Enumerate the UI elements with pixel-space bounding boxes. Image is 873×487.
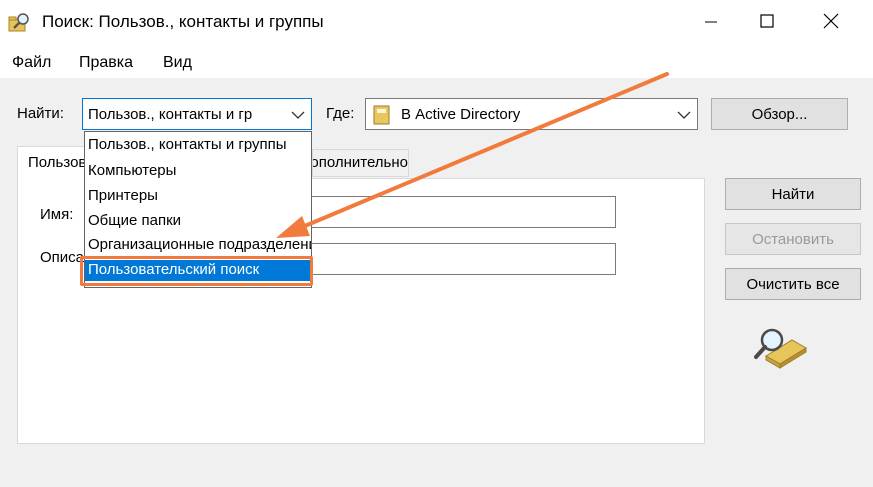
directory-book-icon xyxy=(373,105,391,129)
dropdown-option-organizational-units[interactable]: Организационные подразделения xyxy=(88,236,311,253)
minimize-button[interactable] xyxy=(688,0,734,46)
dropdown-option-computers[interactable]: Компьютеры xyxy=(88,162,176,179)
menu-bar: Файл Правка Вид xyxy=(0,46,873,78)
dropdown-option-printers[interactable]: Принтеры xyxy=(88,187,158,204)
search-folder-icon xyxy=(8,10,32,34)
tab-advanced[interactable]: Дополнительно xyxy=(312,149,409,177)
window-title: Поиск: Пользов., контакты и группы xyxy=(42,12,324,31)
chevron-down-icon xyxy=(677,108,691,120)
menu-file[interactable]: Файл xyxy=(12,54,51,72)
tab-advanced-label: Дополнительно xyxy=(313,154,408,171)
find-label: Найти: xyxy=(17,105,64,122)
name-field[interactable] xyxy=(260,196,616,228)
search-magnifier-icon xyxy=(752,326,808,374)
clear-all-button[interactable]: Очистить все xyxy=(725,268,861,300)
menu-edit[interactable]: Правка xyxy=(79,54,133,72)
close-button[interactable] xyxy=(808,0,854,46)
close-icon xyxy=(823,13,839,33)
browse-button[interactable]: Обзор... xyxy=(711,98,848,130)
maximize-icon xyxy=(760,14,774,32)
tab-users-contacts-groups[interactable]: Пользователи, контакты и группы xyxy=(17,146,87,179)
maximize-button[interactable] xyxy=(744,0,790,46)
dropdown-option-shared-folders[interactable]: Общие папки xyxy=(88,212,181,229)
dropdown-option-users-contacts-groups[interactable]: Пользов., контакты и группы xyxy=(88,136,287,153)
find-type-value: Пользов., контакты и гр xyxy=(88,106,253,123)
where-combo[interactable]: В Active Directory xyxy=(365,98,698,130)
find-now-button[interactable]: Найти xyxy=(725,178,861,210)
menu-view[interactable]: Вид xyxy=(163,54,192,72)
stop-button[interactable]: Остановить xyxy=(725,223,861,255)
name-label: Имя: xyxy=(40,206,74,223)
annotation-highlight-box xyxy=(80,256,313,286)
where-label: Где: xyxy=(326,105,355,122)
where-value: В Active Directory xyxy=(401,106,521,123)
minimize-icon xyxy=(705,15,717,32)
find-type-combo[interactable]: Пользов., контакты и гр xyxy=(82,98,312,130)
description-field[interactable] xyxy=(260,243,616,275)
title-bar: Поиск: Пользов., контакты и группы xyxy=(0,0,873,46)
chevron-down-icon xyxy=(291,108,305,120)
